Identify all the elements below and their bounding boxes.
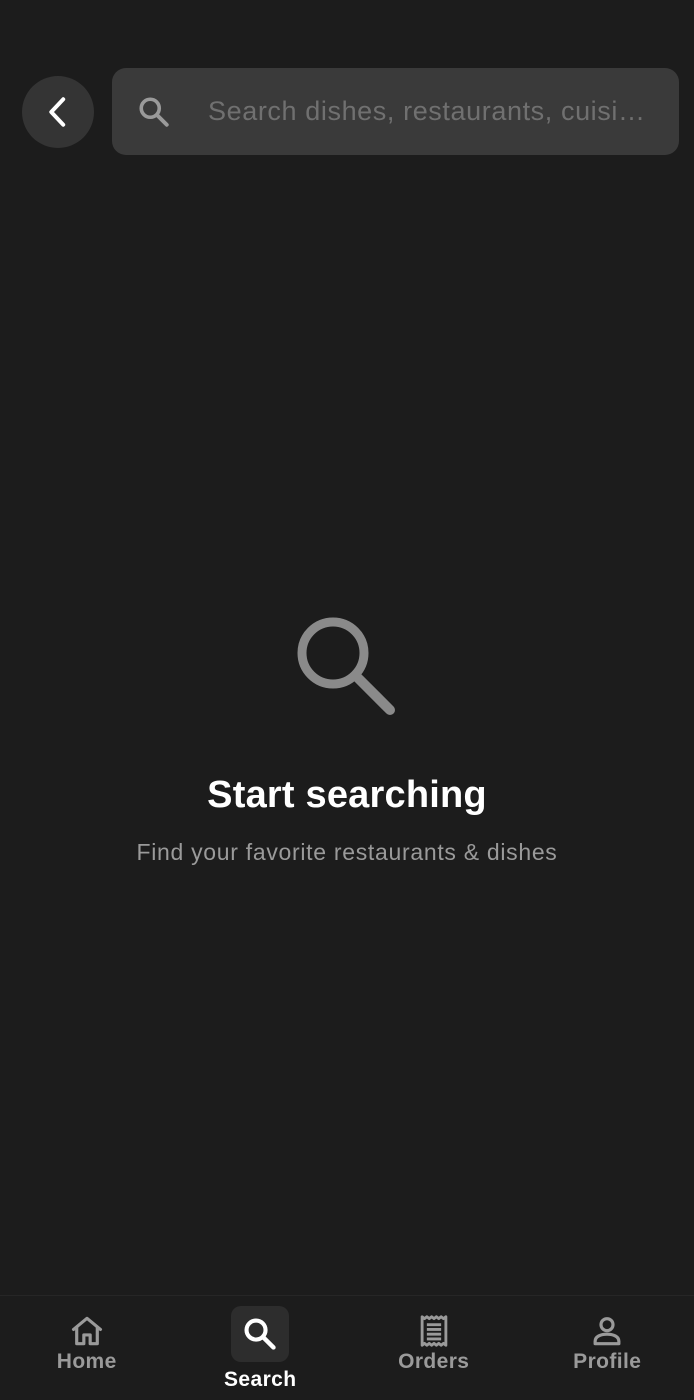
nav-label-search: Search <box>224 1368 297 1391</box>
nav-item-search[interactable]: Search <box>174 1296 348 1400</box>
chevron-left-icon <box>49 97 66 127</box>
receipt-icon <box>405 1308 463 1354</box>
nav-item-profile[interactable]: Profile <box>521 1296 694 1400</box>
nav-label-profile: Profile <box>573 1350 642 1373</box>
search-bar[interactable] <box>112 68 679 155</box>
nav-item-orders[interactable]: Orders <box>347 1296 521 1400</box>
bottom-navigation: Home Search Orders Profile <box>0 1295 694 1400</box>
nav-label-home: Home <box>56 1350 117 1373</box>
person-icon <box>578 1308 636 1354</box>
search-icon <box>134 92 174 132</box>
back-button[interactable] <box>22 76 94 148</box>
home-icon <box>58 1308 116 1354</box>
search-screen: Start searching Find your favorite resta… <box>0 0 694 1400</box>
empty-state-subtitle: Find your favorite restaurants & dishes <box>136 839 558 865</box>
empty-state: Start searching Find your favorite resta… <box>0 612 694 866</box>
search-icon <box>231 1306 290 1362</box>
nav-item-home[interactable]: Home <box>0 1296 174 1400</box>
nav-label-orders: Orders <box>398 1350 470 1373</box>
search-header <box>22 68 679 155</box>
search-icon <box>297 617 395 715</box>
empty-state-title: Start searching <box>207 774 487 816</box>
search-input[interactable] <box>206 95 651 128</box>
